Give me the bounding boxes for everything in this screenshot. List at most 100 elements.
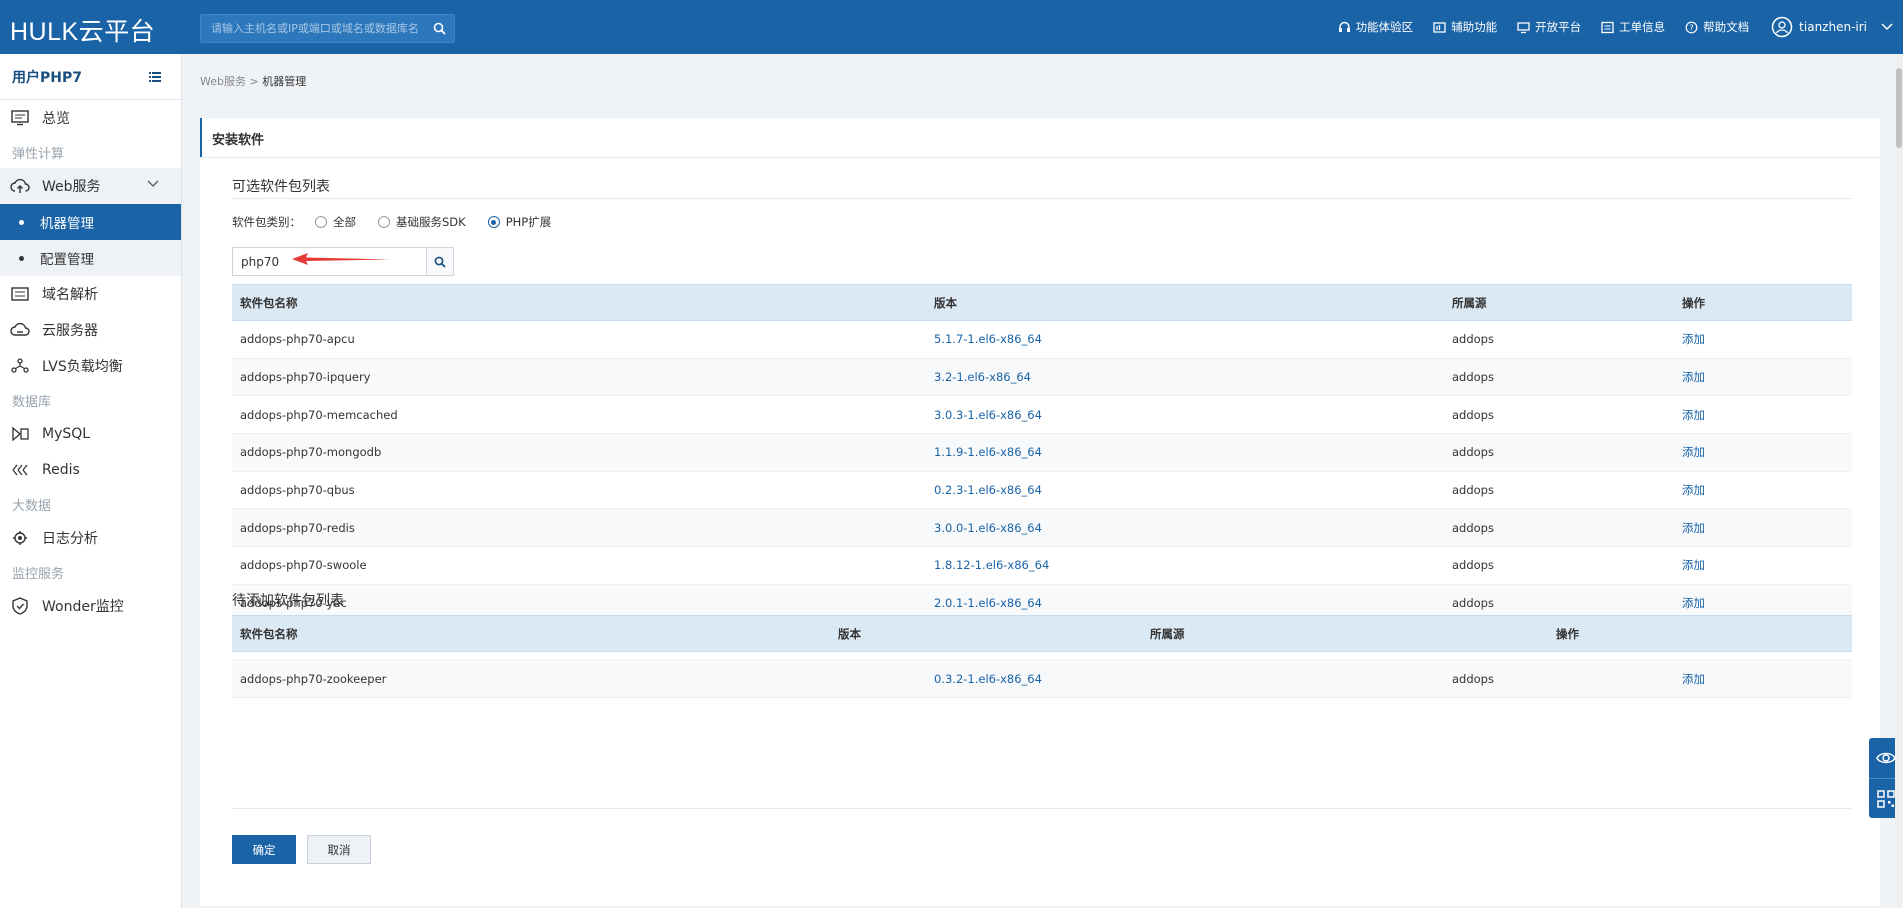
sidebar-item-wonder[interactable]: Wonder监控: [0, 588, 181, 624]
package-source-cell: addops: [1444, 659, 1674, 698]
add-package-link[interactable]: 添加: [1682, 558, 1705, 572]
add-package-link[interactable]: 添加: [1682, 445, 1705, 459]
package-version-cell[interactable]: 1.8.12-1.el6-x86_64: [926, 546, 1444, 585]
radio-type-php-ext[interactable]: PHP扩展: [487, 214, 551, 230]
network-icon: [11, 358, 29, 373]
gear-cluster-icon: [13, 531, 27, 545]
package-action-cell: 添加: [1674, 659, 1852, 698]
sidebar-item-config-management[interactable]: 配置管理: [0, 240, 181, 276]
package-action-cell: 添加: [1674, 358, 1852, 397]
breadcrumb-current: 机器管理: [262, 75, 307, 88]
sidebar-item-cloud-server[interactable]: 云服务器: [0, 312, 181, 348]
col-action: 操作: [1548, 615, 1852, 652]
scrollbar-thumb[interactable]: [1896, 68, 1902, 148]
user-avatar-icon: [1771, 16, 1793, 38]
add-package-link[interactable]: 添加: [1682, 483, 1705, 497]
cloud-upload-icon: [10, 178, 30, 193]
package-version-cell[interactable]: 0.3.2-1.el6-x86_64: [926, 659, 1444, 698]
table-row: addops-php70-redis 3.0.0-1.el6-x86_64 addo…: [232, 508, 1852, 548]
sidebar-item-web-service[interactable]: Web服务: [0, 168, 181, 204]
help-icon: ?: [1685, 21, 1698, 33]
package-version-cell[interactable]: 3.2-1.el6-x86_64: [926, 358, 1444, 397]
package-source-cell: addops: [1444, 395, 1674, 435]
sidebar-item-lvs[interactable]: LVS负载均衡: [0, 348, 181, 384]
package-search-button[interactable]: [426, 248, 453, 275]
top-nav: 功能体验区 辅助功能 开放平台 工单信息 ? 帮助文档 tianzhen-iri: [1318, 0, 1893, 54]
category-bigdata: 大数据: [12, 498, 52, 514]
breadcrumb: Web服务 > 机器管理: [200, 73, 306, 89]
app-logo[interactable]: HULK云平台: [10, 12, 155, 48]
search-icon: [433, 22, 446, 35]
sidebar-item-log-analysis[interactable]: 日志分析: [0, 520, 181, 556]
keyboard-icon: [11, 287, 29, 301]
breadcrumb-parent[interactable]: Web服务: [200, 75, 246, 88]
package-source-cell: addops: [1444, 471, 1674, 510]
nav-help[interactable]: ? 帮助文档: [1685, 19, 1749, 35]
package-action-cell: 添加: [1674, 320, 1852, 359]
username: tianzhen-iri: [1799, 20, 1867, 34]
nav-open-platform[interactable]: 开放平台: [1517, 19, 1581, 35]
add-package-link[interactable]: 添加: [1682, 672, 1705, 686]
table-row: addops-php70-qbus 0.2.3-1.el6-x86_64 addop…: [232, 471, 1852, 510]
table-row: addops-php70-memcached 3.0.3-1.el6-x86_64…: [232, 395, 1852, 435]
table-row: addops-php70-ipquery 3.2-1.el6-x86_64 addo…: [232, 358, 1852, 397]
headset-icon: [1338, 21, 1350, 32]
package-version-cell[interactable]: 5.1.7-1.el6-x86_64: [926, 320, 1444, 359]
install-software-panel: 可选软件包列表 软件包类别： 全部 基础服务SDK PHP扩展 软件包名称 版本…: [200, 157, 1880, 906]
package-version-cell[interactable]: 3.0.3-1.el6-x86_64: [926, 395, 1444, 435]
sidebar-item-mysql[interactable]: MySQL: [0, 416, 181, 452]
divider: [232, 198, 1852, 199]
chevron-down-icon: [1881, 23, 1893, 31]
radio-type-sdk[interactable]: 基础服务SDK: [378, 214, 466, 230]
confirm-button[interactable]: 确定: [232, 835, 296, 864]
sidebar-item-redis[interactable]: Redis: [0, 452, 181, 488]
redis-icon: [12, 464, 28, 476]
pending-list-title: 待添加软件包列表: [232, 593, 344, 609]
package-source-cell: addops: [1444, 358, 1674, 397]
annotation-arrow-icon: [292, 253, 390, 265]
add-package-link[interactable]: 添加: [1682, 408, 1705, 422]
divider: [232, 808, 1852, 809]
package-name-cell: addops-php70-zookeeper: [232, 659, 926, 698]
nav-tickets[interactable]: 工单信息: [1601, 19, 1665, 35]
sidebar-item-overview[interactable]: 总览: [0, 100, 181, 136]
add-package-link[interactable]: 添加: [1682, 332, 1705, 346]
radio-type-all[interactable]: 全部: [315, 214, 356, 230]
package-name-cell: addops-php70-swoole: [232, 546, 926, 585]
package-version-cell[interactable]: 0.2.3-1.el6-x86_64: [926, 471, 1444, 510]
database-icon: [12, 426, 29, 442]
cancel-button[interactable]: 取消: [307, 835, 371, 864]
menu-list-icon[interactable]: [149, 71, 161, 82]
package-version-cell[interactable]: 1.1.9-1.el6-x86_64: [926, 433, 1444, 472]
nav-experience[interactable]: 功能体验区: [1338, 19, 1413, 35]
user-menu[interactable]: tianzhen-iri: [1771, 16, 1893, 38]
pending-packages-table: 软件包名称 版本 所属源 操作: [232, 615, 1852, 652]
col-source: 所属源: [1444, 284, 1674, 321]
category-monitor: 监控服务: [12, 566, 65, 582]
page-scrollbar[interactable]: [1895, 54, 1903, 908]
support-eye-icon: [1876, 752, 1896, 764]
package-action-cell: 添加: [1674, 395, 1852, 435]
package-name-cell: addops-php70-memcached: [232, 395, 926, 435]
table-header-row: 软件包名称 版本 所属源 操作: [232, 284, 1852, 321]
global-search-input[interactable]: [201, 15, 424, 42]
package-source-cell: addops: [1444, 546, 1674, 585]
page-title-bar: 安装软件: [200, 118, 1880, 158]
search-button[interactable]: [424, 15, 454, 42]
qrcode-icon: [1877, 789, 1895, 808]
add-package-link[interactable]: 添加: [1682, 521, 1705, 535]
monitor-icon: [1517, 21, 1530, 33]
accessibility-icon: [1433, 21, 1446, 33]
category-database: 数据库: [12, 394, 52, 410]
sidebar-item-dns[interactable]: 域名解析: [0, 276, 181, 312]
col-source: 所属源: [1142, 615, 1548, 652]
sidebar-item-machine-management[interactable]: 机器管理: [0, 204, 181, 240]
search-icon: [434, 256, 446, 268]
col-version: 版本: [926, 284, 1444, 321]
add-package-link[interactable]: 添加: [1682, 370, 1705, 384]
package-version-cell[interactable]: 3.0.0-1.el6-x86_64: [926, 508, 1444, 548]
project-title: 用户PHP7: [12, 69, 82, 86]
add-package-link[interactable]: 添加: [1682, 596, 1705, 610]
nav-assist[interactable]: 辅助功能: [1433, 19, 1497, 35]
package-name-cell: addops-php70-mongodb: [232, 433, 926, 472]
